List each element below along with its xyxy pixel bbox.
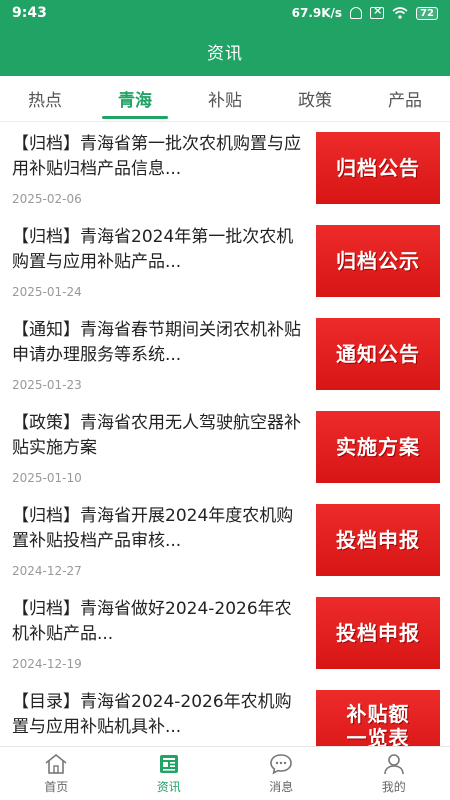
article-date: 2025-01-10 xyxy=(12,471,82,485)
category-tabs: 热点 青海 补贴 政策 产品 xyxy=(0,76,450,122)
article-title: 【目录】青海省2024-2026年农机购置与应用补贴机具补... xyxy=(12,692,292,737)
article-text: 【通知】青海省春节期间关闭农机补贴申请办理服务等系统... 2025-01-23 xyxy=(12,318,302,392)
article-list[interactable]: 【归档】青海省第一批次农机购置与应用补贴归档产品信息... 2025-02-06… xyxy=(0,122,450,746)
article-text: 【归档】青海省2024年第一批次农机购置与应用补贴产品... 2025-01-2… xyxy=(12,225,302,299)
list-item[interactable]: 【归档】青海省开展2024年度农机购置补贴投档产品审核... 2024-12-2… xyxy=(0,494,450,587)
mute-icon xyxy=(350,7,363,19)
article-thumbnail: 投档申报 xyxy=(316,504,440,576)
wifi-icon xyxy=(392,7,408,19)
article-text: 【归档】青海省开展2024年度农机购置补贴投档产品审核... 2024-12-2… xyxy=(12,504,302,578)
tab-product[interactable]: 产品 xyxy=(360,76,450,121)
tab-policy[interactable]: 政策 xyxy=(270,76,360,121)
status-time: 9:43 xyxy=(12,5,47,21)
sim-icon xyxy=(370,4,385,19)
page-title: 资讯 xyxy=(207,43,243,64)
status-indicators: 67.9K/s 72 xyxy=(291,4,438,20)
article-date: 2024-12-27 xyxy=(12,564,82,578)
list-item[interactable]: 【政策】青海省农用无人驾驶航空器补贴实施方案 2025-01-10 实施方案 xyxy=(0,401,450,494)
nav-label: 我的 xyxy=(381,779,406,794)
app-header: 资讯 xyxy=(0,26,450,76)
article-date: 2025-01-24 xyxy=(12,285,82,299)
list-item[interactable]: 【通知】青海省春节期间关闭农机补贴申请办理服务等系统... 2025-01-23… xyxy=(0,308,450,401)
tab-label: 政策 xyxy=(298,91,332,111)
article-text: 【目录】青海省2024-2026年农机购置与应用补贴机具补... xyxy=(12,690,302,746)
article-title: 【归档】青海省做好2024-2026年农机补贴产品... xyxy=(12,599,292,644)
article-thumbnail: 补贴额 一览表 xyxy=(316,690,440,746)
list-item[interactable]: 【目录】青海省2024-2026年农机购置与应用补贴机具补... 补贴额 一览表 xyxy=(0,680,450,746)
profile-icon xyxy=(382,753,406,775)
nav-home[interactable]: 首页 xyxy=(0,747,113,800)
battery-icon: 72 xyxy=(416,6,438,20)
tab-label: 产品 xyxy=(388,91,422,111)
article-thumbnail: 实施方案 xyxy=(316,411,440,483)
list-item[interactable]: 【归档】青海省2024年第一批次农机购置与应用补贴产品... 2025-01-2… xyxy=(0,215,450,308)
article-thumbnail: 归档公告 xyxy=(316,132,440,204)
article-date: 2025-01-23 xyxy=(12,378,82,392)
article-title: 【政策】青海省农用无人驾驶航空器补贴实施方案 xyxy=(12,413,301,458)
nav-label: 资讯 xyxy=(156,779,181,794)
article-text: 【归档】青海省第一批次农机购置与应用补贴归档产品信息... 2025-02-06 xyxy=(12,132,302,206)
tab-label: 热点 xyxy=(28,91,62,111)
nav-label: 消息 xyxy=(269,779,294,794)
article-text: 【归档】青海省做好2024-2026年农机补贴产品... 2024-12-19 xyxy=(12,597,302,671)
article-thumbnail: 投档申报 xyxy=(316,597,440,669)
article-title: 【归档】青海省第一批次农机购置与应用补贴归档产品信息... xyxy=(12,134,301,179)
nav-messages[interactable]: 消息 xyxy=(225,747,338,800)
message-icon xyxy=(269,753,293,775)
tab-qinghai[interactable]: 青海 xyxy=(90,76,180,121)
list-item[interactable]: 【归档】青海省做好2024-2026年农机补贴产品... 2024-12-19 … xyxy=(0,587,450,680)
article-thumbnail: 归档公示 xyxy=(316,225,440,297)
article-text: 【政策】青海省农用无人驾驶航空器补贴实施方案 2025-01-10 xyxy=(12,411,302,485)
list-item[interactable]: 【归档】青海省第一批次农机购置与应用补贴归档产品信息... 2025-02-06… xyxy=(0,122,450,215)
article-thumbnail: 通知公告 xyxy=(316,318,440,390)
home-icon xyxy=(44,753,68,775)
tab-label: 青海 xyxy=(118,91,152,111)
article-date: 2025-02-06 xyxy=(12,192,82,206)
network-speed: 67.9K/s xyxy=(291,6,343,20)
article-title: 【归档】青海省开展2024年度农机购置补贴投档产品审核... xyxy=(12,506,294,551)
bottom-nav: 首页 资讯 消息 我的 xyxy=(0,746,450,800)
tab-subsidy[interactable]: 补贴 xyxy=(180,76,270,121)
status-bar: 9:43 67.9K/s 72 xyxy=(0,0,450,26)
tab-hot[interactable]: 热点 xyxy=(0,76,90,121)
nav-news[interactable]: 资讯 xyxy=(113,747,226,800)
tab-label: 补贴 xyxy=(208,91,242,111)
nav-label: 首页 xyxy=(44,779,69,794)
article-title: 【归档】青海省2024年第一批次农机购置与应用补贴产品... xyxy=(12,227,294,272)
article-title: 【通知】青海省春节期间关闭农机补贴申请办理服务等系统... xyxy=(12,320,301,365)
nav-profile[interactable]: 我的 xyxy=(338,747,450,800)
news-icon xyxy=(158,753,180,775)
article-date: 2024-12-19 xyxy=(12,657,82,671)
